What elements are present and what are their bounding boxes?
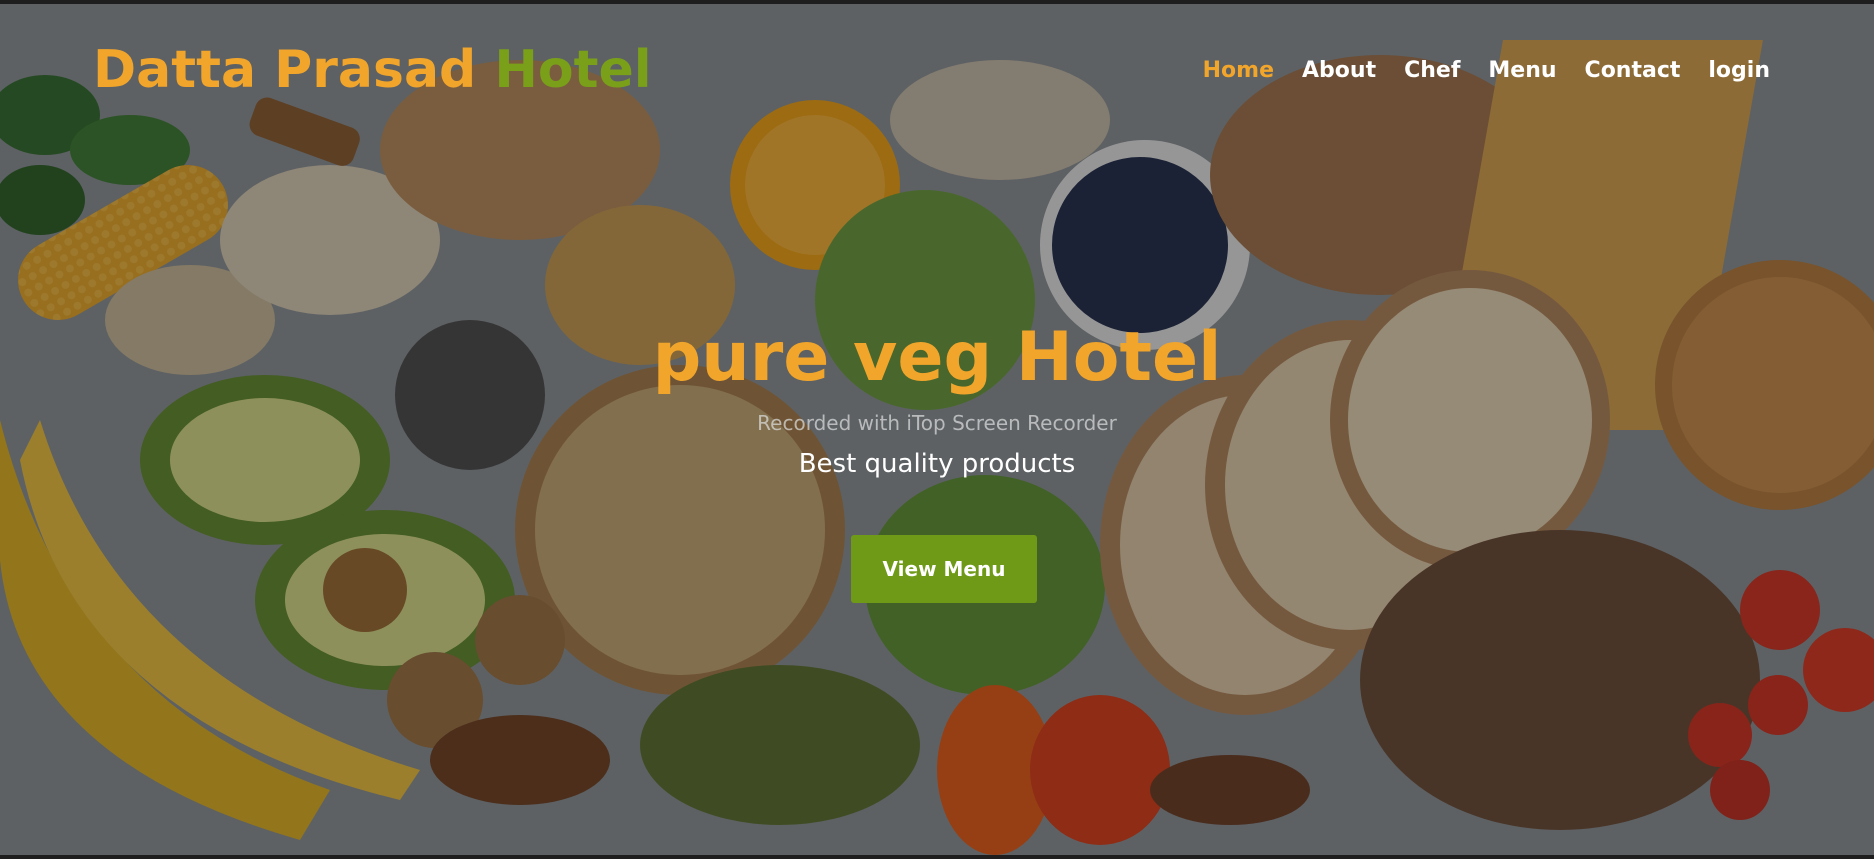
nav-login-link[interactable]: login bbox=[1708, 58, 1770, 83]
nav-home-link[interactable]: Home bbox=[1203, 58, 1274, 83]
navbar: Datta Prasad Hotel Home About Chef Menu … bbox=[0, 0, 1874, 150]
view-menu-button[interactable]: View Menu bbox=[851, 535, 1037, 603]
hero-title: pure veg Hotel bbox=[652, 318, 1222, 397]
brand-logo[interactable]: Datta Prasad Hotel bbox=[93, 40, 652, 100]
nav-menu-link[interactable]: Menu bbox=[1488, 58, 1556, 83]
nav-menu: Home About Chef Menu Contact login bbox=[1203, 58, 1770, 83]
nav-contact-link[interactable]: Contact bbox=[1585, 58, 1681, 83]
nav-about-link[interactable]: About bbox=[1302, 58, 1376, 83]
brand-name-part1: Datta Prasad bbox=[93, 40, 477, 100]
recorder-watermark: Recorded with iTop Screen Recorder bbox=[757, 411, 1117, 435]
brand-name-part2: Hotel bbox=[494, 40, 652, 100]
nav-chef-link[interactable]: Chef bbox=[1404, 58, 1460, 83]
window-bottom-edge bbox=[0, 855, 1874, 859]
hero-tagline: Best quality products bbox=[798, 449, 1076, 479]
hero-section: Datta Prasad Hotel Home About Chef Menu … bbox=[0, 0, 1874, 859]
